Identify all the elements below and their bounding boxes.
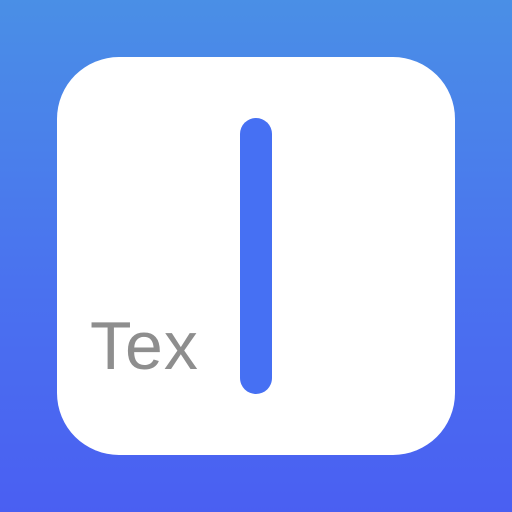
app-icon: Tex: [0, 0, 512, 512]
icon-label: Tex: [90, 308, 199, 384]
text-cursor-icon: [240, 118, 272, 394]
